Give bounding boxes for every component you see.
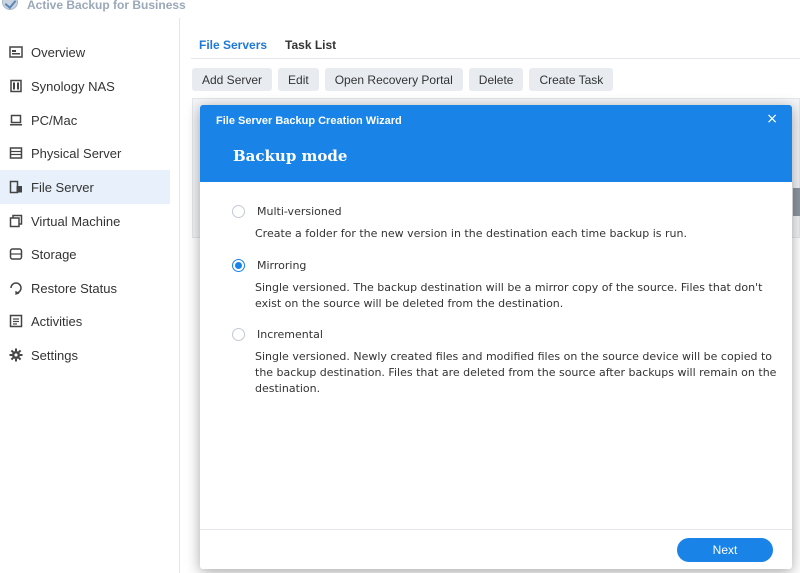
sidebar-item-physical-server[interactable]: Physical Server (0, 136, 170, 170)
option-mirroring: Mirroring Single versioned. The backup d… (232, 259, 785, 312)
laptop-icon (9, 113, 23, 127)
backup-wizard-dialog: File Server Backup Creation Wizard × Bac… (200, 105, 792, 569)
radio-mirroring[interactable]: Mirroring (232, 259, 785, 272)
dialog-title: File Server Backup Creation Wizard (216, 115, 402, 127)
sidebar-item-label: File Server (31, 179, 94, 195)
title-bar: Active Backup for Business (0, 0, 800, 18)
option-incremental: Incremental Single versioned. Newly crea… (232, 328, 785, 397)
radio-button[interactable] (232, 205, 245, 218)
app-logo-icon (2, 0, 18, 10)
sidebar-item-label: Physical Server (31, 145, 122, 161)
tab-divider (191, 58, 800, 59)
radio-button-selected[interactable] (232, 259, 245, 272)
next-button[interactable]: Next (677, 538, 773, 562)
tab-file-servers[interactable]: File Servers (199, 38, 267, 52)
nas-icon (9, 79, 23, 93)
restore-icon (9, 281, 23, 295)
option-description: Single versioned. The backup destination… (255, 281, 763, 310)
storage-icon (9, 247, 23, 261)
sidebar-item-synology-nas[interactable]: Synology NAS (0, 69, 170, 103)
file-server-icon (9, 180, 23, 194)
sidebar-item-label: Storage (31, 246, 77, 262)
option-label: Multi-versioned (257, 205, 342, 218)
overview-icon (9, 45, 23, 59)
scrollbar[interactable] (793, 188, 800, 216)
dialog-subtitle: Backup mode (233, 147, 348, 165)
edit-button[interactable]: Edit (278, 68, 319, 91)
sidebar-item-label: Virtual Machine (31, 213, 121, 229)
radio-incremental[interactable]: Incremental (232, 328, 785, 341)
option-description: Single versioned. Newly created files an… (255, 350, 777, 395)
sidebar-item-settings[interactable]: Settings (0, 338, 170, 372)
sidebar-item-overview[interactable]: Overview (0, 35, 170, 69)
sidebar-item-label: Settings (31, 347, 78, 363)
sidebar-item-pc-mac[interactable]: PC/Mac (0, 103, 170, 137)
tab-task-list[interactable]: Task List (285, 38, 336, 52)
sidebar-item-label: PC/Mac (31, 112, 78, 128)
open-recovery-portal-button[interactable]: Open Recovery Portal (324, 68, 463, 91)
radio-button[interactable] (232, 328, 245, 341)
option-description: Create a folder for the new version in t… (255, 227, 687, 240)
sidebar-item-file-server[interactable]: File Server (0, 170, 170, 204)
dialog-header: File Server Backup Creation Wizard × Bac… (200, 105, 792, 182)
activities-icon (9, 314, 23, 328)
option-multi-versioned: Multi-versioned Create a folder for the … (232, 205, 785, 242)
radio-multi-versioned[interactable]: Multi-versioned (232, 205, 785, 218)
create-task-button[interactable]: Create Task (529, 68, 614, 91)
sidebar: Overview Synology NAS PC/Mac Physical Se… (0, 18, 180, 573)
sidebar-item-label: Activities (31, 313, 83, 329)
sidebar-item-restore-status[interactable]: Restore Status (0, 271, 170, 305)
virtual-machine-icon (9, 214, 23, 228)
option-label: Mirroring (257, 259, 307, 272)
server-icon (9, 146, 23, 160)
tab-bar: File Servers Task List (199, 38, 336, 52)
sidebar-item-virtual-machine[interactable]: Virtual Machine (0, 204, 170, 238)
sidebar-item-label: Synology NAS (31, 78, 115, 94)
close-icon[interactable]: × (766, 111, 778, 127)
sidebar-item-label: Overview (31, 44, 86, 60)
sidebar-item-label: Restore Status (31, 280, 117, 296)
sidebar-item-activities[interactable]: Activities (0, 304, 170, 338)
gear-icon (9, 348, 23, 362)
sidebar-item-storage[interactable]: Storage (0, 237, 170, 271)
delete-button[interactable]: Delete (468, 68, 524, 91)
toolbar: Add Server Edit Open Recovery Portal Del… (192, 68, 614, 91)
option-label: Incremental (257, 328, 323, 341)
app-title: Active Backup for Business (27, 0, 186, 12)
dialog-footer-divider (200, 529, 792, 530)
add-server-button[interactable]: Add Server (192, 68, 273, 91)
